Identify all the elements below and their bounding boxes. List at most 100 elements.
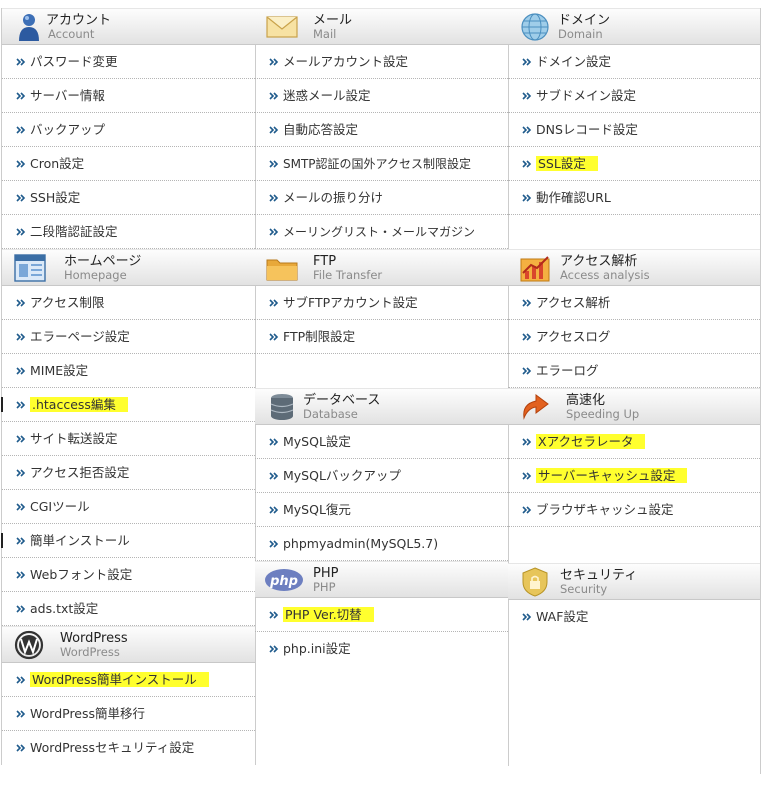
- menu-item-mysql-backup[interactable]: MySQLバックアップ: [255, 459, 508, 493]
- menu-item-php-ini[interactable]: php.ini設定: [255, 632, 508, 666]
- menu-item-check-url[interactable]: 動作確認URL: [508, 181, 760, 215]
- menu-item-label[interactable]: SSL設定: [536, 156, 598, 171]
- menu-item-label[interactable]: エラーログ: [536, 363, 599, 378]
- menu-item-cron[interactable]: Cron設定: [2, 147, 255, 181]
- section-subtitle: Access analysis: [560, 268, 650, 282]
- menu-item-error-log[interactable]: エラーログ: [508, 354, 760, 388]
- menu-item-waf[interactable]: WAF設定: [508, 600, 760, 634]
- menu-item-error-page[interactable]: エラーページ設定: [2, 320, 255, 354]
- menu-item-wp-security[interactable]: WordPressセキュリティ設定: [2, 731, 255, 765]
- menu-item-phpmyadmin[interactable]: phpmyadmin(MySQL5.7): [255, 527, 508, 561]
- section-title: ドメイン: [558, 13, 611, 28]
- arrow-icon: [522, 438, 532, 446]
- menu-item-access-deny[interactable]: アクセス拒否設定: [2, 456, 255, 490]
- menu-item-label[interactable]: MIME設定: [30, 363, 88, 378]
- menu-item-mail-filter[interactable]: メールの振り分け: [255, 181, 508, 215]
- menu-item-htaccess[interactable]: .htaccess編集: [1, 388, 255, 422]
- menu-item-access-restriction[interactable]: アクセス制限: [2, 286, 255, 320]
- menu-item-label[interactable]: SSH設定: [30, 190, 80, 205]
- menu-item-label[interactable]: 簡単インストール: [30, 533, 130, 548]
- arrow-icon: [522, 613, 532, 621]
- menu-item-server-cache[interactable]: サーバーキャッシュ設定: [508, 459, 760, 493]
- menu-item-sub-ftp[interactable]: サブFTPアカウント設定: [255, 286, 508, 320]
- menu-item-label[interactable]: アクセスログ: [536, 329, 610, 344]
- arrow-icon: [269, 299, 279, 307]
- menu-item-subdomain[interactable]: サブドメイン設定: [508, 79, 760, 113]
- menu-item-server-info[interactable]: サーバー情報: [2, 79, 255, 113]
- menu-item-label[interactable]: エラーページ設定: [30, 329, 130, 344]
- section-title: FTP: [313, 254, 337, 269]
- menu-item-label[interactable]: メーリングリスト・メールマガジン: [283, 225, 475, 239]
- menu-item-label[interactable]: phpmyadmin(MySQL5.7): [283, 536, 438, 551]
- menu-item-label[interactable]: メールアカウント設定: [283, 54, 408, 69]
- arrow-icon: [16, 228, 26, 236]
- menu-item-label[interactable]: ads.txt設定: [30, 601, 98, 616]
- menu-item-label[interactable]: PHP Ver.切替: [283, 607, 374, 622]
- menu-item-dns[interactable]: DNSレコード設定: [508, 113, 760, 147]
- menu-item-label[interactable]: CGIツール: [30, 499, 90, 514]
- menu-item-ssh[interactable]: SSH設定: [2, 181, 255, 215]
- menu-item-label[interactable]: サーバー情報: [30, 88, 105, 103]
- menu-item-x-accelerator[interactable]: Xアクセラレータ: [508, 425, 760, 459]
- arrow-icon: [16, 333, 26, 341]
- menu-item-label[interactable]: バックアップ: [30, 122, 105, 137]
- menu-item-wp-easy-install[interactable]: WordPress簡単インストール: [2, 663, 255, 697]
- menu-item-two-factor[interactable]: 二段階認証設定: [2, 215, 255, 249]
- menu-item-mail-account[interactable]: メールアカウント設定: [255, 45, 508, 79]
- menu-item-label[interactable]: 自動応答設定: [283, 122, 358, 137]
- menu-item-browser-cache[interactable]: ブラウザキャッシュ設定: [508, 493, 760, 527]
- menu-item-label[interactable]: 動作確認URL: [536, 190, 611, 205]
- menu-item-label[interactable]: MySQL復元: [283, 502, 351, 517]
- menu-item-web-font[interactable]: Webフォント設定: [2, 558, 255, 592]
- menu-item-access-log[interactable]: アクセスログ: [508, 320, 760, 354]
- menu-item-label[interactable]: メールの振り分け: [283, 190, 383, 205]
- menu-item-label[interactable]: 二段階認証設定: [30, 224, 118, 239]
- menu-item-label[interactable]: php.ini設定: [283, 641, 351, 656]
- menu-item-easy-install[interactable]: 簡単インストール: [1, 524, 255, 558]
- menu-item-smtp-foreign[interactable]: SMTP認証の国外アクセス制限設定: [255, 147, 508, 181]
- menu-item-label[interactable]: WordPress簡単移行: [30, 706, 145, 721]
- menu-item-label[interactable]: FTP制限設定: [283, 329, 355, 344]
- menu-item-spam[interactable]: 迷惑メール設定: [255, 79, 508, 113]
- menu-item-label[interactable]: ブラウザキャッシュ設定: [536, 502, 674, 517]
- menu-item-site-redirect[interactable]: サイト転送設定: [2, 422, 255, 456]
- menu-item-ftp-limit[interactable]: FTP制限設定: [255, 320, 508, 354]
- menu-item-label[interactable]: 迷惑メール設定: [283, 88, 371, 103]
- menu-item-label[interactable]: サイト転送設定: [30, 431, 118, 446]
- menu-item-label[interactable]: アクセス解析: [536, 295, 610, 310]
- menu-item-label[interactable]: アクセス拒否設定: [30, 465, 129, 480]
- menu-item-label[interactable]: WordPress簡単インストール: [30, 672, 209, 687]
- menu-item-label[interactable]: MySQL設定: [283, 434, 351, 449]
- menu-item-label[interactable]: サブドメイン設定: [536, 88, 636, 103]
- column-filler: [508, 634, 760, 774]
- menu-item-cgi-tool[interactable]: CGIツール: [2, 490, 255, 524]
- menu-item-label[interactable]: SMTP認証の国外アクセス制限設定: [283, 157, 471, 171]
- menu-item-ads-txt[interactable]: ads.txt設定: [2, 592, 255, 626]
- menu-item-domain[interactable]: ドメイン設定: [508, 45, 760, 79]
- menu-item-mysql[interactable]: MySQL設定: [255, 425, 508, 459]
- menu-item-mysql-restore[interactable]: MySQL復元: [255, 493, 508, 527]
- menu-item-label[interactable]: Xアクセラレータ: [536, 434, 646, 449]
- menu-item-php-version[interactable]: PHP Ver.切替: [255, 598, 508, 632]
- menu-item-label[interactable]: ドメイン設定: [536, 54, 611, 69]
- menu-item-auto-reply[interactable]: 自動応答設定: [255, 113, 508, 147]
- menu-item-backup[interactable]: バックアップ: [2, 113, 255, 147]
- menu-item-label[interactable]: .htaccess編集: [30, 397, 128, 412]
- arrow-icon: [522, 92, 532, 100]
- menu-item-label[interactable]: アクセス制限: [30, 295, 104, 310]
- menu-item-password[interactable]: パスワード変更: [2, 45, 255, 79]
- menu-item-label[interactable]: DNSレコード設定: [536, 122, 638, 137]
- menu-item-label[interactable]: Cron設定: [30, 156, 84, 171]
- menu-item-label[interactable]: パスワード変更: [30, 54, 118, 69]
- menu-item-mime[interactable]: MIME設定: [2, 354, 255, 388]
- menu-item-mailing-list[interactable]: メーリングリスト・メールマガジン: [255, 215, 508, 249]
- menu-item-ssl[interactable]: SSL設定: [508, 147, 760, 181]
- menu-item-wp-easy-migrate[interactable]: WordPress簡単移行: [2, 697, 255, 731]
- menu-item-access-analysis[interactable]: アクセス解析: [508, 286, 760, 320]
- menu-item-label[interactable]: Webフォント設定: [30, 567, 132, 582]
- menu-item-label[interactable]: サブFTPアカウント設定: [283, 295, 418, 310]
- menu-item-label[interactable]: WordPressセキュリティ設定: [30, 740, 194, 755]
- menu-item-label[interactable]: MySQLバックアップ: [283, 468, 401, 483]
- menu-item-label[interactable]: サーバーキャッシュ設定: [536, 468, 688, 483]
- menu-item-label[interactable]: WAF設定: [536, 609, 588, 624]
